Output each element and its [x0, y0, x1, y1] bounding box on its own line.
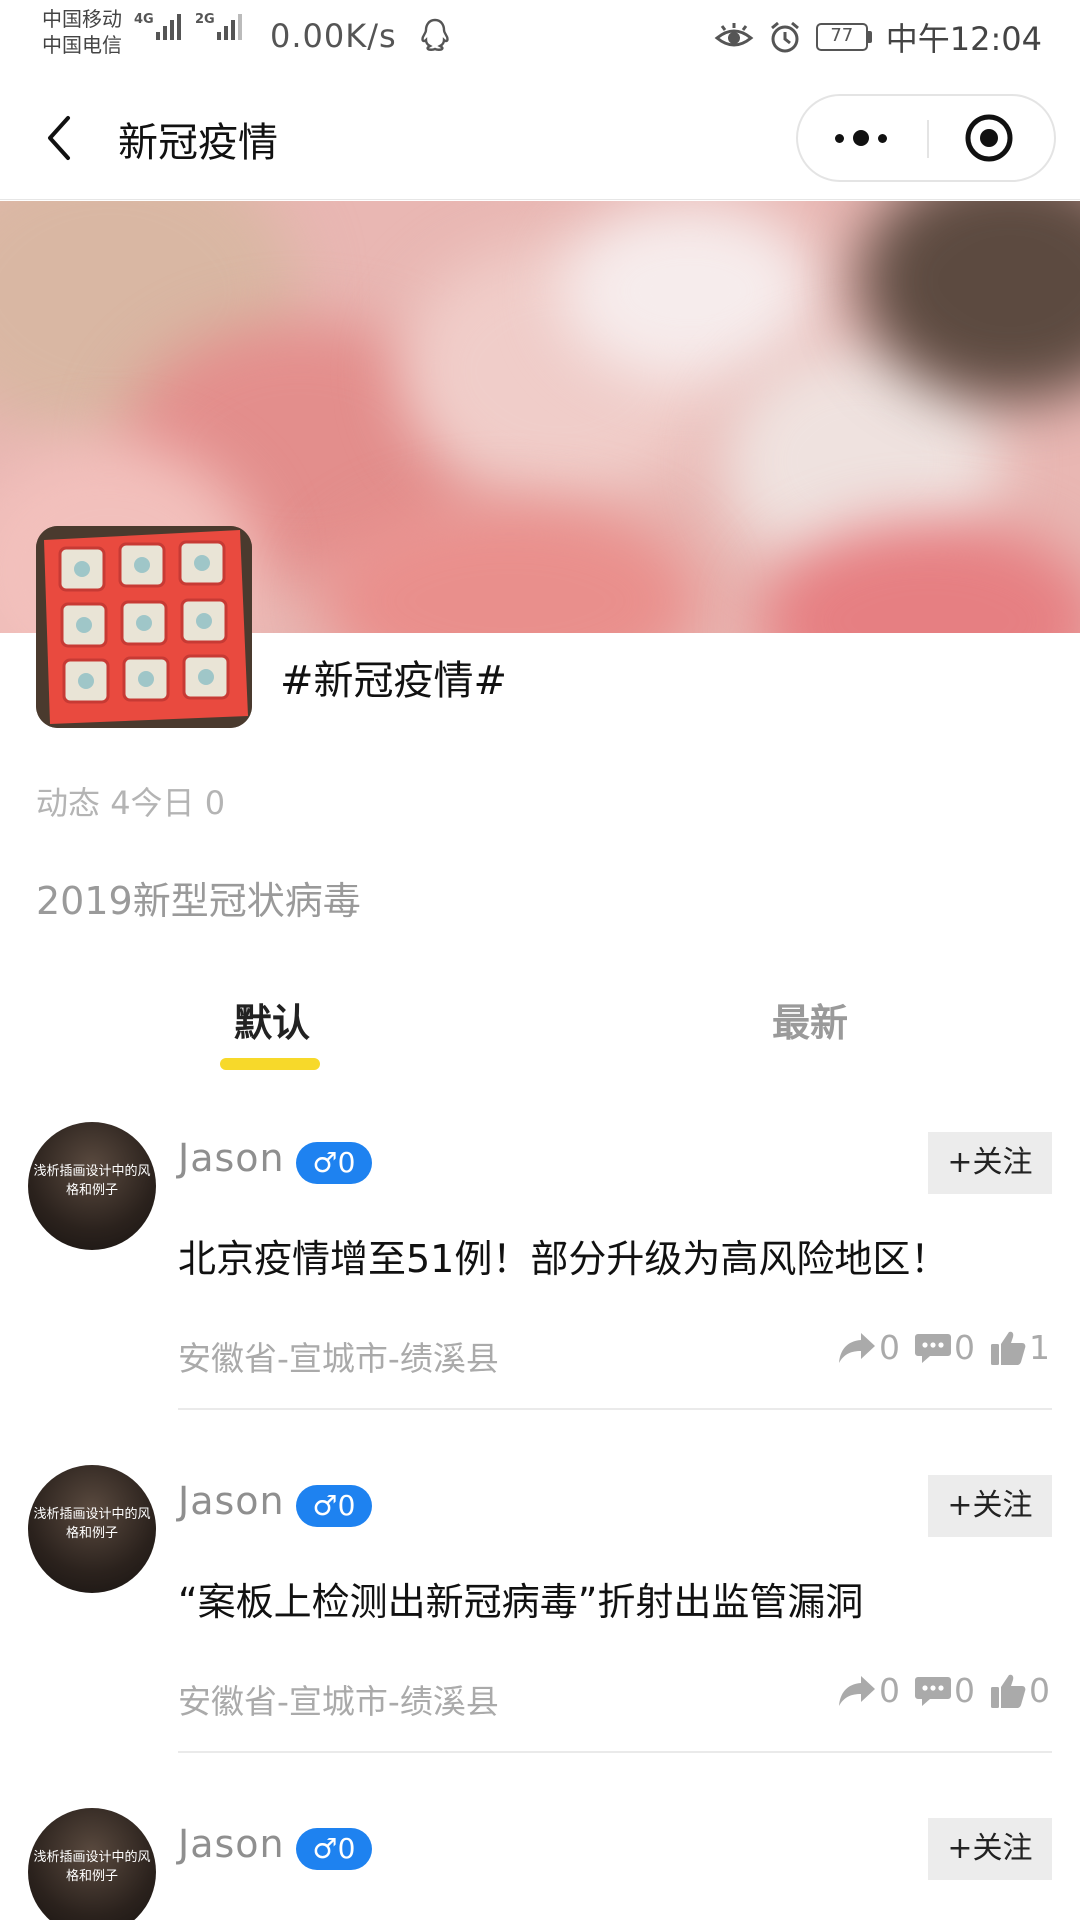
- follow-button[interactable]: +关注: [928, 1818, 1052, 1880]
- more-icon[interactable]: [798, 96, 927, 180]
- today-value: 0: [204, 784, 226, 822]
- share-action[interactable]: 0: [837, 1328, 900, 1367]
- post-item[interactable]: 浅析插画设计中的风格和例子 Jason ♂0 +关注 “案板上检测出新冠病毒”折…: [0, 1465, 1080, 1808]
- like-action[interactable]: 0: [989, 1671, 1050, 1710]
- avatar[interactable]: 浅析插画设计中的风格和例子: [28, 1808, 156, 1920]
- post-actions: 0 0 1: [837, 1328, 1050, 1367]
- follow-button[interactable]: +关注: [928, 1132, 1052, 1194]
- network-type-2: 2G: [195, 12, 215, 27]
- share-count: 0: [879, 1328, 900, 1367]
- comment-icon: [915, 1676, 951, 1706]
- network-type-1: 4G: [134, 12, 154, 27]
- topic-stats: 动态 4 今日 0: [36, 778, 225, 824]
- carrier-2: 中国电信: [42, 33, 122, 57]
- username[interactable]: Jason: [178, 1479, 285, 1523]
- target-icon[interactable]: [929, 96, 1054, 180]
- tab-active-indicator: [220, 1058, 320, 1070]
- thumbs-up-icon: [991, 1674, 1026, 1708]
- topic-cover-image: [36, 526, 252, 728]
- avatar[interactable]: 浅析插画设计中的风格和例子: [28, 1465, 156, 1593]
- carrier-1: 中国移动: [42, 7, 122, 31]
- post-actions: 0 0 0: [837, 1671, 1050, 1710]
- share-action[interactable]: 0: [837, 1671, 900, 1710]
- follow-button[interactable]: +关注: [928, 1475, 1052, 1537]
- comment-count: 0: [954, 1671, 975, 1710]
- avatar[interactable]: 浅析插画设计中的风格和例子: [28, 1122, 156, 1250]
- comment-icon: [915, 1333, 951, 1363]
- comment-action[interactable]: 0: [914, 1671, 975, 1710]
- network-speed: 0.00K/s: [270, 17, 397, 55]
- thumbs-up-icon: [991, 1331, 1026, 1365]
- post-item[interactable]: 浅析插画设计中的风格和例子 Jason ♂0 +关注: [0, 1808, 1080, 1920]
- nav-bar: 新冠疫情: [0, 76, 1080, 200]
- post-location: 安徽省-宣城市-绩溪县: [178, 1339, 499, 1378]
- posts-value: 4: [110, 784, 131, 822]
- post-item[interactable]: 浅析插画设计中的风格和例子 Jason ♂0 +关注 北京疫情增至51例！部分升…: [0, 1122, 1080, 1465]
- like-action[interactable]: 1: [989, 1328, 1050, 1367]
- clock: 中午12:04: [885, 20, 1042, 58]
- tab-default[interactable]: 默认: [234, 992, 310, 1047]
- username[interactable]: Jason: [178, 1136, 285, 1180]
- status-bar: 中国移动 中国电信 4G 2G 0.00K/s 77 中午12:04: [0, 0, 1080, 76]
- post-divider: [178, 1751, 1052, 1753]
- topic-description: 2019新型冠状病毒: [36, 879, 361, 923]
- username[interactable]: Jason: [178, 1822, 285, 1866]
- battery-icon: 77: [815, 23, 872, 51]
- qq-icon: [420, 18, 450, 58]
- alarm-icon: [770, 21, 799, 53]
- post-divider: [178, 1408, 1052, 1410]
- gender-badge: ♂0: [296, 1142, 372, 1184]
- share-icon: [839, 1675, 875, 1706]
- like-count: 1: [1029, 1328, 1050, 1367]
- back-icon[interactable]: [38, 110, 82, 166]
- avatar-text: 浅析插画设计中的风格和例子: [33, 1164, 151, 1198]
- comment-action[interactable]: 0: [914, 1328, 975, 1367]
- post-location: 安徽省-宣城市-绩溪县: [178, 1682, 499, 1721]
- today-count: 今日 0: [131, 778, 226, 824]
- post-title[interactable]: 北京疫情增至51例！部分升级为高风险地区！: [178, 1228, 948, 1283]
- avatar-text: 浅析插画设计中的风格和例子: [33, 1850, 151, 1884]
- battery-level: 77: [815, 23, 868, 51]
- page-title: 新冠疫情: [118, 120, 278, 166]
- today-label: 今日: [130, 784, 195, 822]
- tab-latest[interactable]: 最新: [772, 992, 848, 1047]
- avatar-text: 浅析插画设计中的风格和例子: [33, 1507, 151, 1541]
- mini-program-capsule: [796, 94, 1056, 182]
- status-right: 77 中午12:04: [714, 14, 1042, 60]
- share-icon: [839, 1332, 875, 1363]
- carrier-names: 中国移动 中国电信: [42, 6, 122, 58]
- signal-2-icon: 2G: [195, 12, 242, 40]
- comment-count: 0: [954, 1328, 975, 1367]
- share-count: 0: [879, 1671, 900, 1710]
- gender-badge: ♂0: [296, 1485, 372, 1527]
- post-title[interactable]: “案板上检测出新冠病毒”折射出监管漏洞: [178, 1571, 863, 1626]
- signal-icon: 4G 2G: [134, 12, 242, 40]
- gender-badge: ♂0: [296, 1828, 372, 1870]
- posts-label: 动态: [36, 784, 101, 822]
- like-count: 0: [1029, 1671, 1050, 1710]
- posts-count: 动态 4: [36, 778, 131, 824]
- signal-1-icon: 4G: [134, 12, 181, 40]
- eye-icon: [714, 23, 754, 47]
- topic-name: #新冠疫情#: [280, 658, 508, 704]
